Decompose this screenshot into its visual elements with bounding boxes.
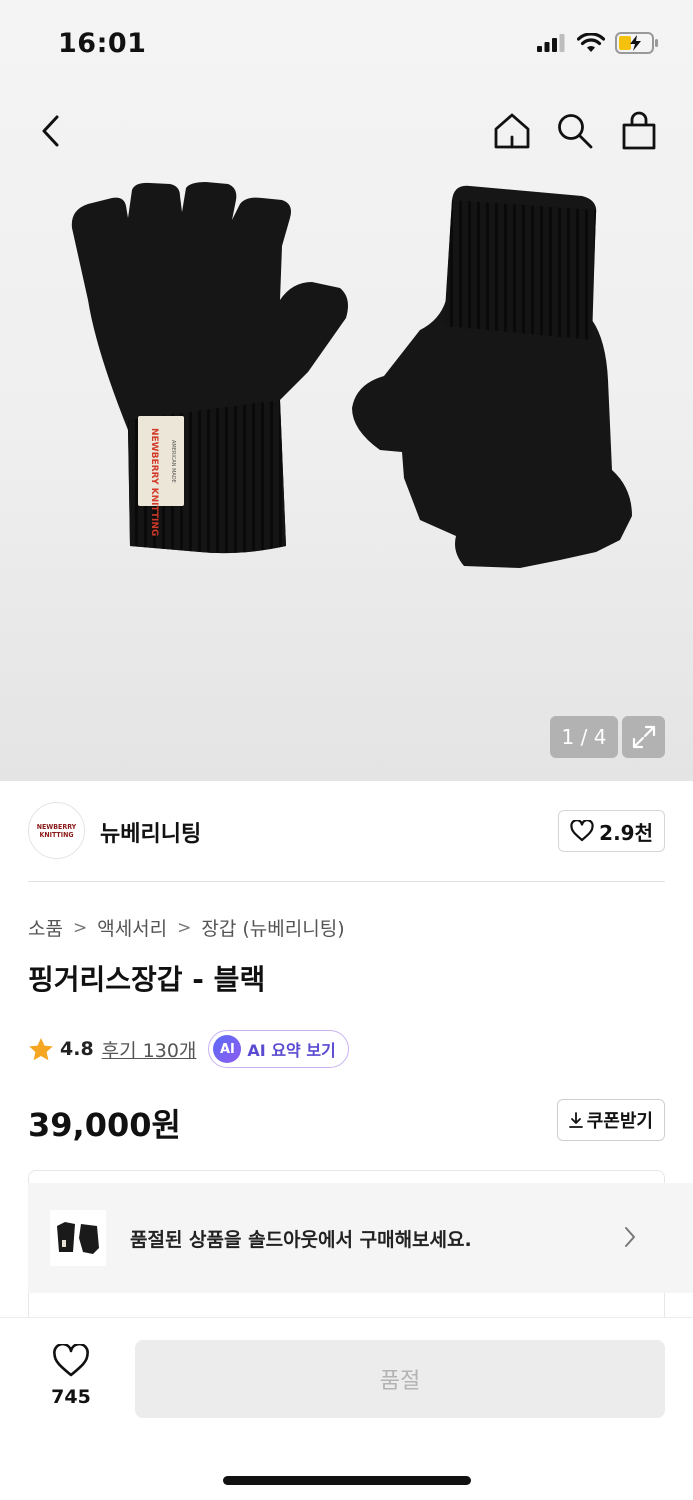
- ai-summary-label: AI 요약 보기: [247, 1041, 336, 1060]
- brand-row: NEWBERRY KNITTING 뉴베리니팅 2.9천: [28, 802, 665, 860]
- soldout-buy-button[interactable]: 품절: [135, 1340, 665, 1418]
- cart-button[interactable]: [614, 106, 664, 156]
- expand-image-button[interactable]: [622, 716, 665, 758]
- left-glove-image: NEWBERRY KNITTING AMERICAN MADE: [71, 182, 349, 554]
- divider: [28, 881, 665, 882]
- image-counter: 1 / 4: [550, 716, 618, 758]
- heart-icon: [53, 1342, 89, 1377]
- home-button[interactable]: [487, 106, 537, 156]
- top-navigation: [0, 100, 693, 162]
- wifi-icon: [577, 32, 605, 52]
- product-image: NEWBERRY KNITTING AMERICAN MADE: [71, 182, 632, 568]
- brand-logo[interactable]: NEWBERRY KNITTING: [28, 802, 85, 859]
- ai-badge-icon: AI: [213, 1035, 242, 1063]
- ai-summary-button[interactable]: AI AI 요약 보기: [208, 1030, 349, 1068]
- battery-charging-icon: [615, 32, 658, 54]
- back-button[interactable]: [26, 106, 76, 156]
- cellular-signal-icon: [537, 34, 565, 52]
- status-bar: 16:01: [0, 0, 693, 90]
- breadcrumb: 소품 > 액세서리 > 장갑 (뉴베리니팅): [28, 914, 345, 941]
- chevron-right-icon: [625, 1227, 635, 1247]
- soldout-banner[interactable]: 품절된 상품을 솔드아웃에서 구매해보세요.: [28, 1183, 693, 1293]
- product-image-gallery[interactable]: 16:01 NEWBERRY KNITTING AMERICAN MADE 1 …: [0, 0, 693, 781]
- coupon-button[interactable]: 쿠폰받기: [556, 1099, 665, 1141]
- brand-logo-text: NEWBERRY KNITTING: [36, 822, 77, 839]
- rating-value: 4.8: [60, 1038, 94, 1060]
- download-icon: [568, 1112, 583, 1128]
- breadcrumb-item[interactable]: 소품: [28, 914, 63, 941]
- search-icon: [558, 114, 593, 149]
- home-icon: [494, 113, 530, 149]
- brand-like-button[interactable]: 2.9천: [558, 810, 665, 852]
- breadcrumb-item[interactable]: 액세서리: [97, 914, 167, 941]
- product-price: 39,000원: [28, 1106, 181, 1144]
- expand-icon: [632, 725, 655, 749]
- coupon-label: 쿠폰받기: [586, 1111, 653, 1132]
- patch-brand-text: NEWBERRY KNITTING: [149, 428, 159, 536]
- right-glove-image: [352, 185, 632, 568]
- soldout-thumbnail: [50, 1210, 106, 1266]
- heart-icon: [570, 820, 594, 842]
- star-icon: [29, 1037, 53, 1060]
- rating-row: 4.8 후기 130개 AI AI 요약 보기: [28, 1030, 349, 1068]
- patch-subtext: AMERICAN MADE: [170, 440, 176, 483]
- back-arrow-icon: [42, 115, 59, 147]
- review-link[interactable]: 후기 130개: [102, 1036, 197, 1063]
- status-time: 16:01: [58, 28, 147, 59]
- home-indicator: [223, 1476, 471, 1485]
- chevron-right-icon: >: [177, 917, 192, 938]
- brand-name[interactable]: 뉴베리니팅: [100, 816, 201, 848]
- bottom-action-bar: 745 품절: [0, 1317, 693, 1500]
- breadcrumb-item[interactable]: 장갑 (뉴베리니팅): [201, 914, 344, 941]
- chevron-right-icon: >: [72, 917, 88, 938]
- brand-like-count: 2.9천: [599, 820, 653, 845]
- product-title: 핑거리스장갑 - 블랙: [28, 963, 266, 996]
- wishlist-count: 745: [51, 1386, 91, 1408]
- brand-label-patch: [138, 416, 184, 506]
- wishlist-button[interactable]: 745: [40, 1342, 102, 1408]
- search-button[interactable]: [550, 106, 600, 156]
- shopping-bag-icon: [622, 111, 656, 150]
- soldout-banner-text: 품절된 상품을 솔드아웃에서 구매해보세요.: [130, 1228, 472, 1251]
